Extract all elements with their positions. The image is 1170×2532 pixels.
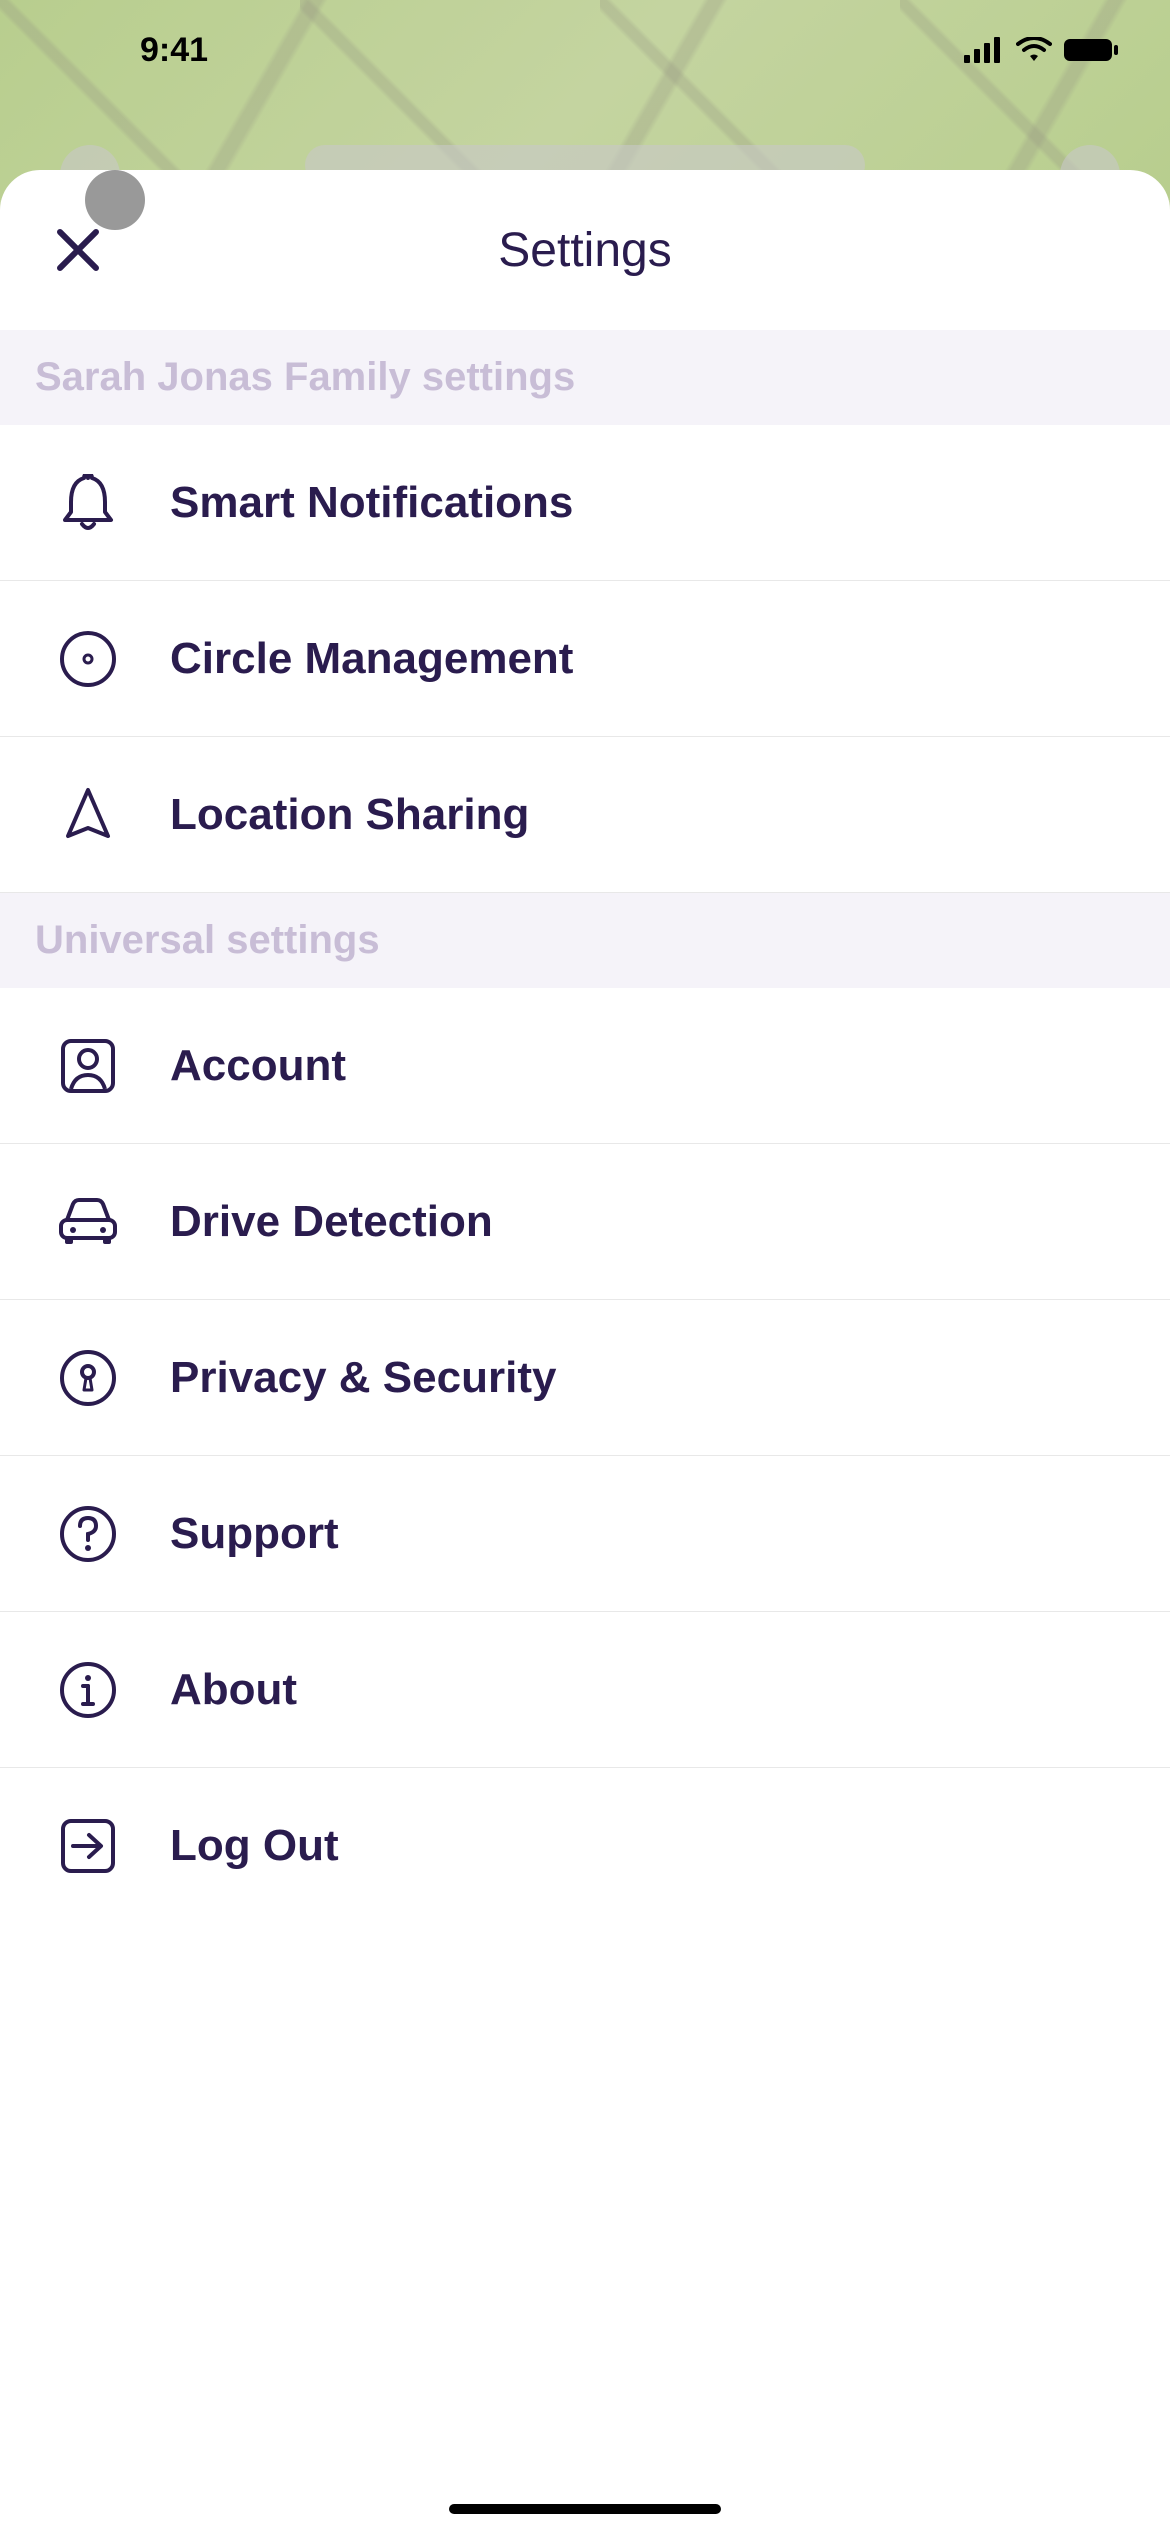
close-button[interactable] [48,220,108,280]
menu-label: Privacy & Security [170,1353,556,1403]
menu-label: Smart Notifications [170,478,573,528]
menu-item-account[interactable]: Account [0,988,1170,1144]
avatar [85,170,145,230]
menu-label: Circle Management [170,634,573,684]
info-icon [55,1657,120,1722]
logout-icon [55,1813,120,1878]
car-icon [55,1189,120,1254]
menu-item-location-sharing[interactable]: Location Sharing [0,737,1170,893]
menu-item-privacy-security[interactable]: Privacy & Security [0,1300,1170,1456]
battery-icon [1064,37,1120,63]
close-icon [54,226,102,274]
menu-item-about[interactable]: About [0,1612,1170,1768]
home-indicator[interactable] [449,2504,721,2514]
menu-item-circle-management[interactable]: Circle Management [0,581,1170,737]
menu-item-support[interactable]: Support [0,1456,1170,1612]
account-icon [55,1033,120,1098]
wifi-icon [1016,37,1052,63]
menu-item-log-out[interactable]: Log Out [0,1768,1170,1923]
menu-item-smart-notifications[interactable]: Smart Notifications [0,425,1170,581]
settings-sheet: Settings Sarah Jonas Family settings Sma… [0,170,1170,2532]
location-icon [55,782,120,847]
sheet-header: Settings [0,170,1170,330]
bell-icon [55,470,120,535]
menu-label: Support [170,1509,339,1559]
menu-label: Drive Detection [170,1197,493,1247]
circle-icon [55,626,120,691]
menu-label: About [170,1665,297,1715]
help-icon [55,1501,120,1566]
lock-icon [55,1345,120,1410]
section-header-family: Sarah Jonas Family settings [0,330,1170,425]
menu-label: Log Out [170,1821,339,1871]
status-bar: 9:41 [0,0,1170,100]
menu-item-drive-detection[interactable]: Drive Detection [0,1144,1170,1300]
status-icons [964,37,1120,63]
status-time: 9:41 [140,31,208,70]
menu-label: Location Sharing [170,790,529,840]
sheet-title: Settings [498,223,671,278]
cellular-icon [964,37,1004,63]
menu-label: Account [170,1041,346,1091]
section-header-universal: Universal settings [0,893,1170,988]
